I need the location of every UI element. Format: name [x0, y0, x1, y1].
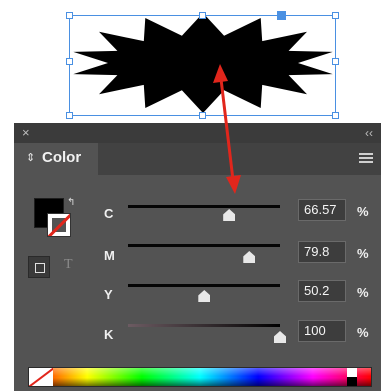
slider-track-y[interactable] — [128, 284, 280, 287]
formatting-affects-container-button[interactable] — [28, 256, 50, 278]
selection-bounding-box[interactable] — [69, 15, 336, 116]
resize-handle-right[interactable] — [332, 58, 339, 65]
resize-handle-top-right[interactable] — [332, 12, 339, 19]
white-swatch[interactable] — [347, 368, 357, 377]
unit-y: % — [357, 285, 369, 300]
tab-color-label: Color — [42, 149, 82, 166]
color-panel: × ‹‹ ⇕ Color ↰ T C 66.57 % M 79.8 % Y 50… — [14, 123, 381, 391]
slider-label-c: C — [104, 206, 114, 221]
slider-label-k: K — [104, 327, 114, 342]
unit-k: % — [357, 325, 369, 340]
slider-track-m[interactable] — [128, 244, 280, 247]
tab-color[interactable]: ⇕ Color — [14, 143, 98, 175]
swap-fill-stroke-icon[interactable]: ↰ — [67, 197, 75, 208]
value-field-m[interactable]: 79.8 — [298, 241, 346, 263]
color-spectrum-ramp[interactable] — [28, 367, 372, 387]
close-icon[interactable]: × — [22, 125, 30, 140]
resize-handle-top-left[interactable] — [66, 12, 73, 19]
double-chevron-icon[interactable]: ‹‹ — [365, 126, 373, 140]
resize-handle-bottom[interactable] — [199, 112, 206, 119]
value-field-k[interactable]: 100 — [298, 320, 346, 342]
resize-handle-top[interactable] — [199, 12, 206, 19]
up-down-arrows-icon: ⇕ — [26, 152, 36, 164]
unit-m: % — [357, 246, 369, 261]
resize-handle-bottom-right[interactable] — [332, 112, 339, 119]
value-field-c[interactable]: 66.57 — [298, 199, 346, 221]
none-swatch[interactable] — [29, 368, 53, 386]
slider-track-k[interactable] — [128, 324, 280, 327]
reference-point-handle[interactable] — [277, 11, 286, 20]
document-canvas[interactable] — [0, 0, 381, 122]
slider-label-y: Y — [104, 287, 113, 302]
container-square-icon — [35, 263, 45, 273]
slider-label-m: M — [104, 248, 115, 263]
hamburger-menu-icon[interactable] — [359, 153, 373, 165]
resize-handle-bottom-left[interactable] — [66, 112, 73, 119]
panel-tab-row: ⇕ Color — [14, 143, 381, 175]
value-field-y[interactable]: 50.2 — [298, 280, 346, 302]
resize-handle-left[interactable] — [66, 58, 73, 65]
panel-title-bar[interactable]: × ‹‹ — [14, 123, 381, 143]
black-swatch[interactable] — [347, 377, 357, 386]
stroke-swatch[interactable] — [47, 213, 71, 237]
unit-c: % — [357, 204, 369, 219]
slider-track-c[interactable] — [128, 205, 280, 208]
formatting-affects-text-button[interactable]: T — [64, 257, 73, 273]
